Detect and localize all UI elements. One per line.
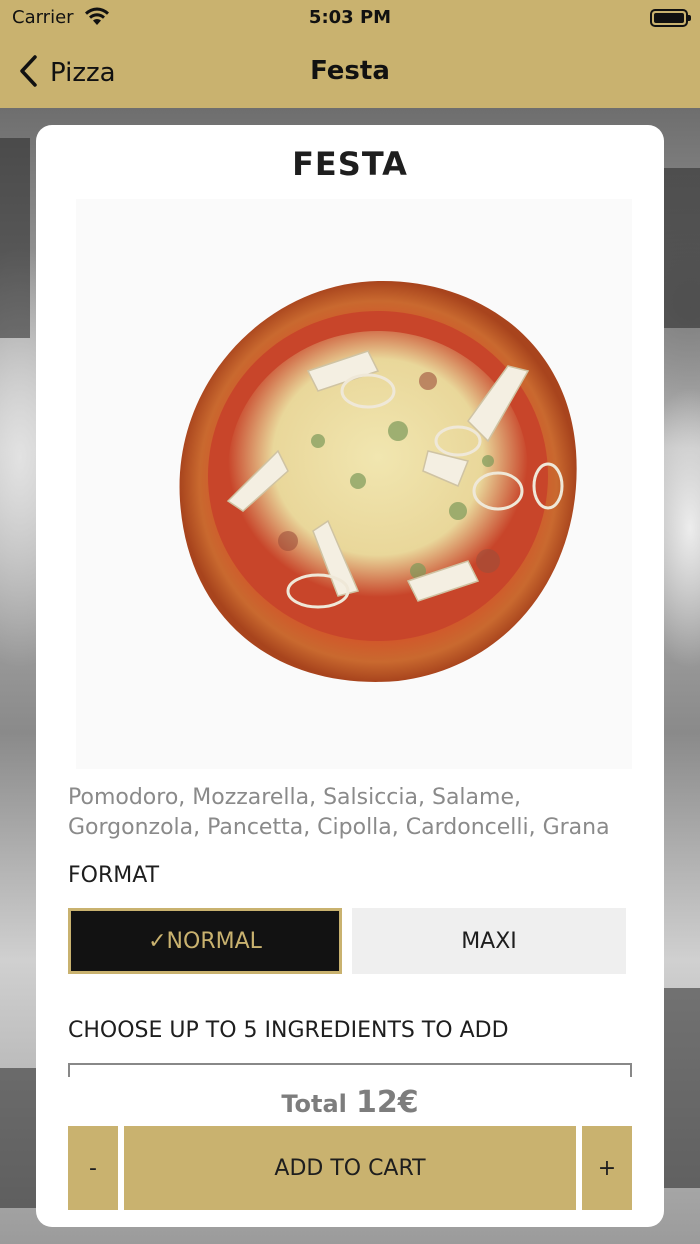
- pizza-illustration: [179, 280, 577, 682]
- total-value: 12€: [356, 1085, 419, 1120]
- add-to-cart-button[interactable]: ADD TO CART: [124, 1126, 576, 1210]
- format-label: FORMAT: [68, 863, 160, 888]
- increase-quantity-button[interactable]: +: [582, 1126, 632, 1210]
- total-row: Total 12€: [36, 1085, 664, 1120]
- ingredients-list: Pomodoro, Mozzarella, Salsiccia, Salame,…: [68, 785, 610, 840]
- background-detail: [0, 1068, 36, 1208]
- product-card: FESTA Pomodoro, Mozzarella, Salsiccia, S…: [36, 125, 664, 1227]
- clock: 5:03 PM: [308, 7, 392, 28]
- navigation-bar: Pizza Festa: [0, 36, 700, 108]
- background-detail: [664, 988, 700, 1188]
- choose-ingredients-label: CHOOSE UP TO 5 INGREDIENTS TO ADD: [68, 1018, 509, 1043]
- total-label: Total: [281, 1090, 347, 1118]
- background-detail: [0, 138, 30, 338]
- status-bar: Carrier 5:03 PM: [0, 0, 700, 36]
- format-normal-button[interactable]: ✓NORMAL: [68, 908, 342, 974]
- top-bar: Carrier 5:03 PM Pizza Festa: [0, 0, 700, 108]
- background-detail: [664, 168, 700, 328]
- product-name: FESTA: [292, 145, 408, 183]
- decrease-quantity-button[interactable]: -: [68, 1126, 118, 1210]
- format-maxi-button[interactable]: MAXI: [352, 908, 626, 974]
- page-title: Festa: [310, 56, 390, 86]
- product-image: [76, 199, 632, 769]
- ingredients-selector[interactable]: [68, 1063, 632, 1077]
- battery-icon: [650, 9, 691, 27]
